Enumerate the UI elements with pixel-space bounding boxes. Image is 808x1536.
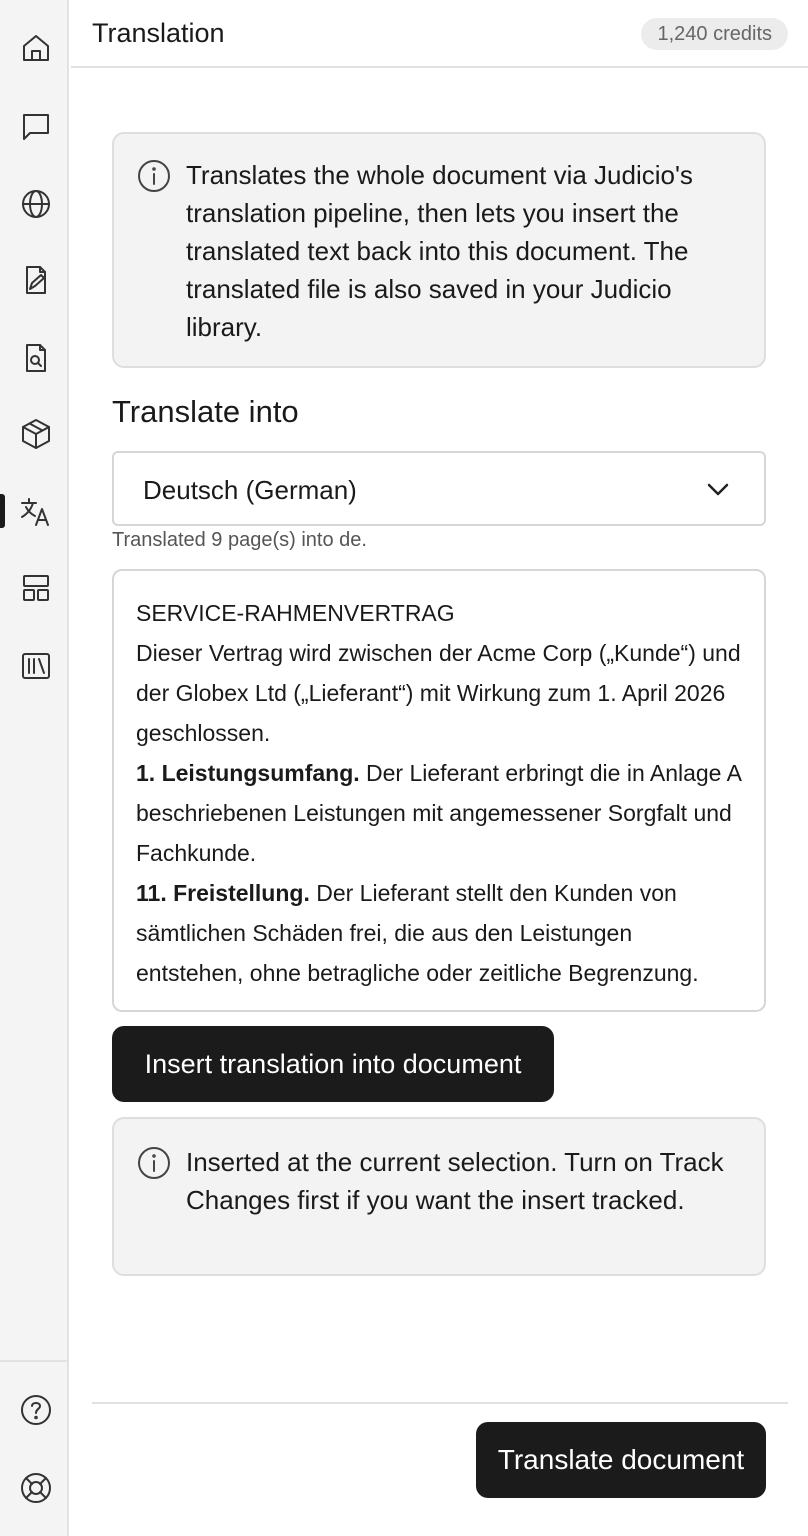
page-title: Translation (92, 18, 225, 48)
clause-11-heading: 11. Freistellung. (136, 880, 310, 906)
document-edit-icon[interactable] (14, 258, 58, 302)
translate-document-button[interactable]: Translate document (476, 1422, 766, 1498)
info-box-top: Translates the whole document via Judici… (112, 132, 766, 368)
help-icon[interactable] (14, 1388, 58, 1432)
info-text: Translates the whole document via Judici… (186, 160, 693, 342)
language-select-value: Deutsch (German) (143, 475, 357, 505)
preview-clause-11: 11. Freistellung. Der Lieferant stellt d… (136, 873, 744, 993)
preview-clause-1: 1. Leistungsumfang. Der Lieferant erbrin… (136, 753, 744, 873)
info-text: Inserted at the current selection. Turn … (186, 1147, 724, 1215)
library-icon[interactable] (14, 644, 58, 688)
preview-intro: Dieser Vertrag wird zwischen der Acme Co… (136, 640, 741, 746)
chat-icon[interactable] (14, 104, 58, 148)
translation-preview: SERVICE-RAHMENVERTRAG Dieser Vertrag wir… (112, 569, 766, 1012)
document-search-icon[interactable] (14, 336, 58, 380)
language-select[interactable]: Deutsch (German) (112, 451, 766, 526)
clause-1-heading: 1. Leistungsumfang. (136, 760, 360, 786)
chevron-down-icon (704, 476, 732, 504)
active-indicator (0, 494, 5, 528)
insert-translation-button[interactable]: Insert translation into document (112, 1026, 554, 1102)
header: Translation 1,240 credits (71, 0, 808, 68)
info-icon (136, 1145, 172, 1181)
cube-icon[interactable] (14, 412, 58, 456)
info-box-bottom: Inserted at the current selection. Turn … (112, 1117, 766, 1276)
footer-divider (92, 1402, 788, 1404)
info-icon (136, 158, 172, 194)
sidebar-divider (0, 1360, 69, 1362)
globe-icon[interactable] (14, 182, 58, 226)
translate-icon[interactable] (14, 490, 58, 534)
layout-icon[interactable] (14, 566, 58, 610)
lifebuoy-icon[interactable] (14, 1466, 58, 1510)
translate-into-label: Translate into (112, 394, 299, 429)
preview-title: SERVICE-RAHMENVERTRAG (136, 600, 455, 626)
home-icon[interactable] (14, 26, 58, 70)
credits-badge: 1,240 credits (641, 18, 788, 50)
translation-status: Translated 9 page(s) into de. (112, 529, 367, 551)
sidebar (0, 0, 69, 1536)
